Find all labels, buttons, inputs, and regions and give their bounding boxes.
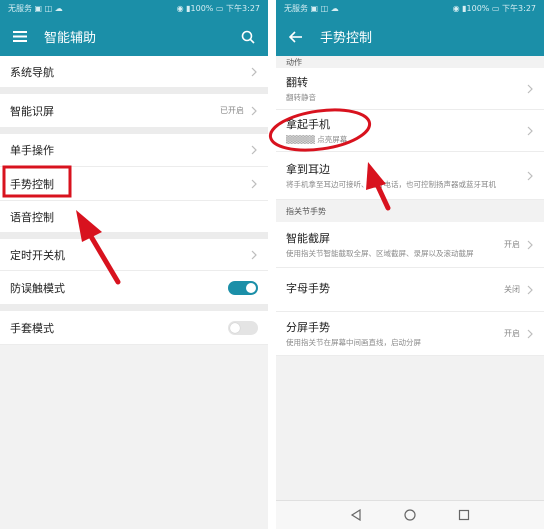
setting-label: 定时开关机 — [10, 248, 65, 262]
setting-label: 手势控制 — [10, 177, 54, 191]
gesture-subtitle: 将手机拿至耳边可接听、拨打电话，也可控制扬声器或蓝牙耳机 — [286, 179, 496, 189]
setting-label: 系统导航 — [10, 65, 54, 79]
status-right: ◉ ▮100% ▭ 下午3:27 — [452, 4, 536, 13]
section-header-knuckle: 指关节手势 — [276, 200, 544, 222]
setting-smart-screen-recognition[interactable]: 智能识屏 已开启 — [0, 94, 268, 128]
setting-value: 已开启 — [220, 106, 244, 115]
phone-smart-assist: 无服务 ▣ ◫ ☁ ◉ ▮100% ▭ 下午3:27 智能辅助 系统导航 智能识… — [0, 0, 268, 529]
gesture-title: 拿到耳边 — [286, 162, 330, 176]
setting-one-handed-mode[interactable]: 单手操作 — [0, 134, 268, 167]
gesture-subtitle: 使用指关节在屏幕中间画直线，启动分屏 — [286, 337, 421, 347]
setting-label: 语音控制 — [10, 210, 54, 224]
glove-mode-toggle[interactable] — [228, 320, 258, 335]
chevron-right-icon — [526, 125, 534, 137]
setting-label: 防误触模式 — [10, 281, 65, 295]
setting-voice-control[interactable]: 语音控制 — [0, 201, 268, 233]
knuckle-smart-screenshot[interactable]: 智能截屏 使用指关节智能截取全屏、区域截屏、录屏以及滚动截屏 开启 — [276, 222, 544, 268]
gesture-title: 翻转 — [286, 75, 308, 89]
setting-label: 手套模式 — [10, 321, 54, 335]
gesture-subtitle: ▒▒▒▒▒ 点亮屏幕 — [286, 134, 348, 144]
gesture-title: 分屏手势 — [286, 320, 330, 334]
accidental-touch-toggle[interactable] — [228, 280, 258, 295]
setting-scheduled-power[interactable]: 定时开关机 — [0, 239, 268, 271]
chevron-right-icon — [526, 83, 534, 95]
gesture-title: 拿起手机 — [286, 117, 330, 131]
status-left: 无服务 ▣ ◫ ☁ — [284, 4, 339, 13]
setting-accidental-touch[interactable]: 防误触模式 — [0, 271, 268, 305]
chevron-right-icon — [526, 328, 534, 340]
app-bar: 智能辅助 — [0, 17, 268, 56]
knuckle-letter-gesture[interactable]: 字母手势 关闭 — [276, 268, 544, 312]
phone-gesture-control: 无服务 ▣ ◫ ☁ ◉ ▮100% ▭ 下午3:27 手势控制 动作 翻转 翻转… — [276, 0, 544, 529]
chevron-right-icon — [526, 239, 534, 251]
status-bar: 无服务 ▣ ◫ ☁ ◉ ▮100% ▭ 下午3:27 — [0, 0, 268, 17]
gesture-flip[interactable]: 翻转 翻转静音 — [276, 68, 544, 110]
setting-label: 单手操作 — [10, 144, 54, 157]
chevron-right-icon — [526, 170, 534, 182]
section-header-actions: 动作 — [276, 56, 544, 68]
gesture-subtitle: 使用指关节智能截取全屏、区域截屏、录屏以及滚动截屏 — [286, 248, 474, 258]
gesture-raise-to-ear[interactable]: 拿到耳边 将手机拿至耳边可接听、拨打电话，也可控制扬声器或蓝牙耳机 — [276, 152, 544, 200]
page-title: 手势控制 — [320, 31, 373, 46]
page-title: 智能辅助 — [44, 31, 97, 46]
app-bar: 手势控制 — [276, 17, 544, 56]
setting-glove-mode[interactable]: 手套模式 — [0, 311, 268, 345]
nav-home-icon[interactable] — [404, 506, 416, 525]
chevron-right-icon — [526, 284, 534, 296]
chevron-right-icon — [250, 249, 258, 261]
back-arrow-icon[interactable] — [286, 27, 306, 47]
system-nav-bar — [276, 500, 544, 529]
menu-icon[interactable] — [10, 27, 30, 47]
gesture-subtitle: 翻转静音 — [286, 92, 316, 102]
gesture-title: 字母手势 — [286, 282, 330, 295]
setting-system-navigation[interactable]: 系统导航 — [0, 56, 268, 88]
chevron-right-icon — [250, 66, 258, 78]
nav-back-icon[interactable] — [350, 506, 362, 525]
gesture-value: 开启 — [504, 240, 520, 249]
chevron-right-icon — [250, 178, 258, 190]
gesture-pick-up[interactable]: 拿起手机 ▒▒▒▒▒ 点亮屏幕 — [276, 110, 544, 152]
gesture-value: 开启 — [504, 329, 520, 338]
chevron-right-icon — [250, 144, 258, 156]
setting-label: 智能识屏 — [10, 104, 54, 118]
status-right: ◉ ▮100% ▭ 下午3:27 — [176, 4, 260, 13]
gesture-title: 智能截屏 — [286, 231, 330, 245]
chevron-right-icon — [250, 105, 258, 117]
knuckle-split-screen[interactable]: 分屏手势 使用指关节在屏幕中间画直线，启动分屏 开启 — [276, 312, 544, 356]
gesture-value: 关闭 — [504, 285, 520, 294]
search-icon[interactable] — [238, 27, 258, 47]
status-left: 无服务 ▣ ◫ ☁ — [8, 4, 63, 13]
nav-recents-icon[interactable] — [458, 506, 470, 525]
setting-gesture-control[interactable]: 手势控制 — [0, 167, 268, 201]
status-bar: 无服务 ▣ ◫ ☁ ◉ ▮100% ▭ 下午3:27 — [276, 0, 544, 17]
